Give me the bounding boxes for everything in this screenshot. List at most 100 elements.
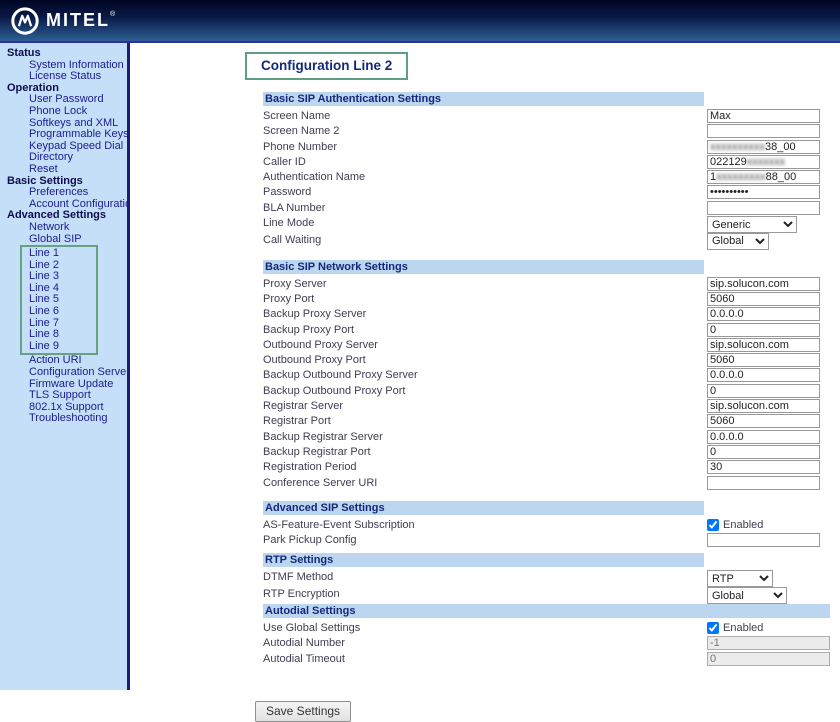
field-control-registrar-server [707, 399, 820, 413]
page-layout: StatusSystem InformationLicense StatusOp… [0, 43, 840, 685]
field-control-backup-registrar-port [707, 445, 820, 459]
registrar-server-input[interactable] [707, 399, 820, 413]
field-row-backup-registrar-server: Backup Registrar Server [263, 430, 830, 445]
as-feature-event-subscription-checkbox[interactable] [707, 519, 719, 531]
section-header-advanced-sip-settings: Advanced SIP Settings [263, 501, 704, 515]
line-mode-select[interactable]: Generic [707, 216, 797, 233]
field-label-screen-name-2: Screen Name 2 [263, 125, 339, 137]
screen-name-2-input[interactable] [707, 124, 820, 138]
backup-registrar-server-input[interactable] [707, 430, 820, 444]
registration-period-input[interactable] [707, 460, 820, 474]
field-label-proxy-port: Proxy Port [263, 293, 314, 305]
sidebar-item-troubleshooting[interactable]: Troubleshooting [0, 413, 127, 425]
conference-server-uri-input[interactable] [707, 476, 820, 490]
bla-number-input[interactable] [707, 201, 820, 215]
field-row-line-mode: Line ModeGeneric [263, 216, 830, 233]
field-row-registration-period: Registration Period [263, 460, 830, 475]
field-row-authentication-name: Authentication Name 1xxxxxxxxx88_00 [263, 170, 830, 185]
sidebar-item-directory[interactable]: Directory [0, 152, 127, 164]
field-control-proxy-port [707, 292, 820, 306]
field-label-dtmf-method: DTMF Method [263, 571, 333, 583]
field-label-outbound-proxy-port: Outbound Proxy Port [263, 354, 366, 366]
page-title: Configuration Line 2 [245, 52, 408, 80]
field-row-outbound-proxy-server: Outbound Proxy Server [263, 338, 830, 353]
redacted-text: xxxxxxxxxx [710, 141, 765, 153]
field-control-registrar-port [707, 414, 820, 428]
section-header-basic-sip-network-settings: Basic SIP Network Settings [263, 260, 704, 274]
sidebar-item-reset[interactable]: Reset [0, 164, 127, 176]
field-label-registrar-server: Registrar Server [263, 400, 343, 412]
field-row-outbound-proxy-port: Outbound Proxy Port [263, 353, 830, 368]
call-waiting-select[interactable]: Global [707, 233, 769, 250]
save-settings-button[interactable]: Save Settings [255, 701, 351, 722]
field-control-use-global-settings: Enabled [707, 621, 763, 634]
field-control-call-waiting: Global [707, 233, 769, 250]
field-row-backup-outbound-proxy-port: Backup Outbound Proxy Port [263, 384, 830, 399]
outbound-proxy-port-input[interactable] [707, 353, 820, 367]
field-control-backup-proxy-port [707, 323, 820, 337]
as-feature-event-subscription-checkbox-wrap: Enabled [707, 519, 763, 531]
field-label-rtp-encryption: RTP Encryption [263, 588, 340, 600]
field-control-rtp-encryption: Global [707, 587, 787, 604]
sidebar-item-line-9[interactable]: Line 9 [22, 341, 96, 353]
field-control-registration-period [707, 460, 820, 474]
nav-section-status: Status [0, 48, 127, 60]
field-row-caller-id: Caller ID022129xxxxxxx [263, 155, 830, 170]
app-header: MITEL ® [0, 0, 840, 43]
form-section-basic-sip-authentication-settings: Basic SIP Authentication SettingsScreen … [263, 92, 830, 250]
field-control-autodial-number [707, 636, 830, 650]
field-control-as-feature-event-subscription: Enabled [707, 518, 763, 531]
field-control-conference-server-uri [707, 476, 820, 490]
sidebar-nav: StatusSystem InformationLicense StatusOp… [0, 43, 130, 690]
dtmf-method-select[interactable]: RTP [707, 570, 773, 587]
outbound-proxy-server-input[interactable] [707, 338, 820, 352]
backup-outbound-proxy-port-input[interactable] [707, 384, 820, 398]
sidebar-item-phone-lock[interactable]: Phone Lock [0, 106, 127, 118]
field-control-screen-name [707, 109, 820, 123]
field-label-authentication-name: Authentication Name [263, 171, 365, 183]
proxy-server-input[interactable] [707, 277, 820, 291]
sidebar-item-configuration-server[interactable]: Configuration Server [0, 367, 127, 379]
backup-outbound-proxy-server-input[interactable] [707, 368, 820, 382]
field-label-backup-proxy-server: Backup Proxy Server [263, 308, 366, 320]
caller-id-input[interactable]: 022129xxxxxxx [707, 155, 820, 169]
sidebar-item-preferences[interactable]: Preferences [0, 187, 127, 199]
brand-text: MITEL [46, 10, 110, 31]
park-pickup-config-input[interactable] [707, 533, 820, 547]
phone-number-input[interactable]: xxxxxxxxxx38_00 [707, 140, 820, 154]
registrar-port-input[interactable] [707, 414, 820, 428]
authentication-name-input[interactable]: 1xxxxxxxxx88_00 [707, 170, 820, 184]
backup-proxy-port-input[interactable] [707, 323, 820, 337]
page-title-text: Configuration Line 2 [261, 58, 392, 73]
form-section-autodial-settings: Autodial SettingsUse Global SettingsEnab… [263, 604, 830, 667]
field-row-backup-proxy-server: Backup Proxy Server [263, 307, 830, 322]
field-control-backup-outbound-proxy-port [707, 384, 820, 398]
redacted-text: xxxxxxx [747, 156, 786, 168]
field-control-screen-name-2 [707, 124, 820, 138]
field-control-bla-number [707, 201, 820, 215]
field-label-backup-registrar-server: Backup Registrar Server [263, 431, 383, 443]
sidebar-item-line-6[interactable]: Line 6 [22, 306, 96, 318]
screen-name-input[interactable] [707, 109, 820, 123]
sidebar-item-line-1[interactable]: Line 1 [22, 248, 96, 260]
sidebar-item-programmable-keys[interactable]: Programmable Keys [0, 129, 127, 141]
backup-registrar-port-input[interactable] [707, 445, 820, 459]
field-label-call-waiting: Call Waiting [263, 234, 321, 246]
password-input[interactable] [707, 185, 820, 199]
use-global-settings-checkbox[interactable] [707, 622, 719, 634]
main-content: Configuration Line 2 Basic SIP Authentic… [130, 43, 840, 685]
field-control-backup-outbound-proxy-server [707, 368, 820, 382]
proxy-port-input[interactable] [707, 292, 820, 306]
field-row-as-feature-event-subscription: AS-Feature-Event SubscriptionEnabled [263, 518, 830, 533]
field-label-registration-period: Registration Period [263, 461, 357, 473]
field-label-bla-number: BLA Number [263, 202, 325, 214]
sidebar-item-global-sip[interactable]: Global SIP [0, 234, 127, 246]
field-label-backup-proxy-port: Backup Proxy Port [263, 324, 354, 336]
field-control-password [707, 185, 820, 199]
visible-text: 38_00 [765, 141, 796, 153]
field-label-password: Password [263, 186, 311, 198]
backup-proxy-server-input[interactable] [707, 307, 820, 321]
field-control-park-pickup-config [707, 533, 820, 547]
rtp-encryption-select[interactable]: Global [707, 587, 787, 604]
sidebar-item-network[interactable]: Network [0, 222, 127, 234]
